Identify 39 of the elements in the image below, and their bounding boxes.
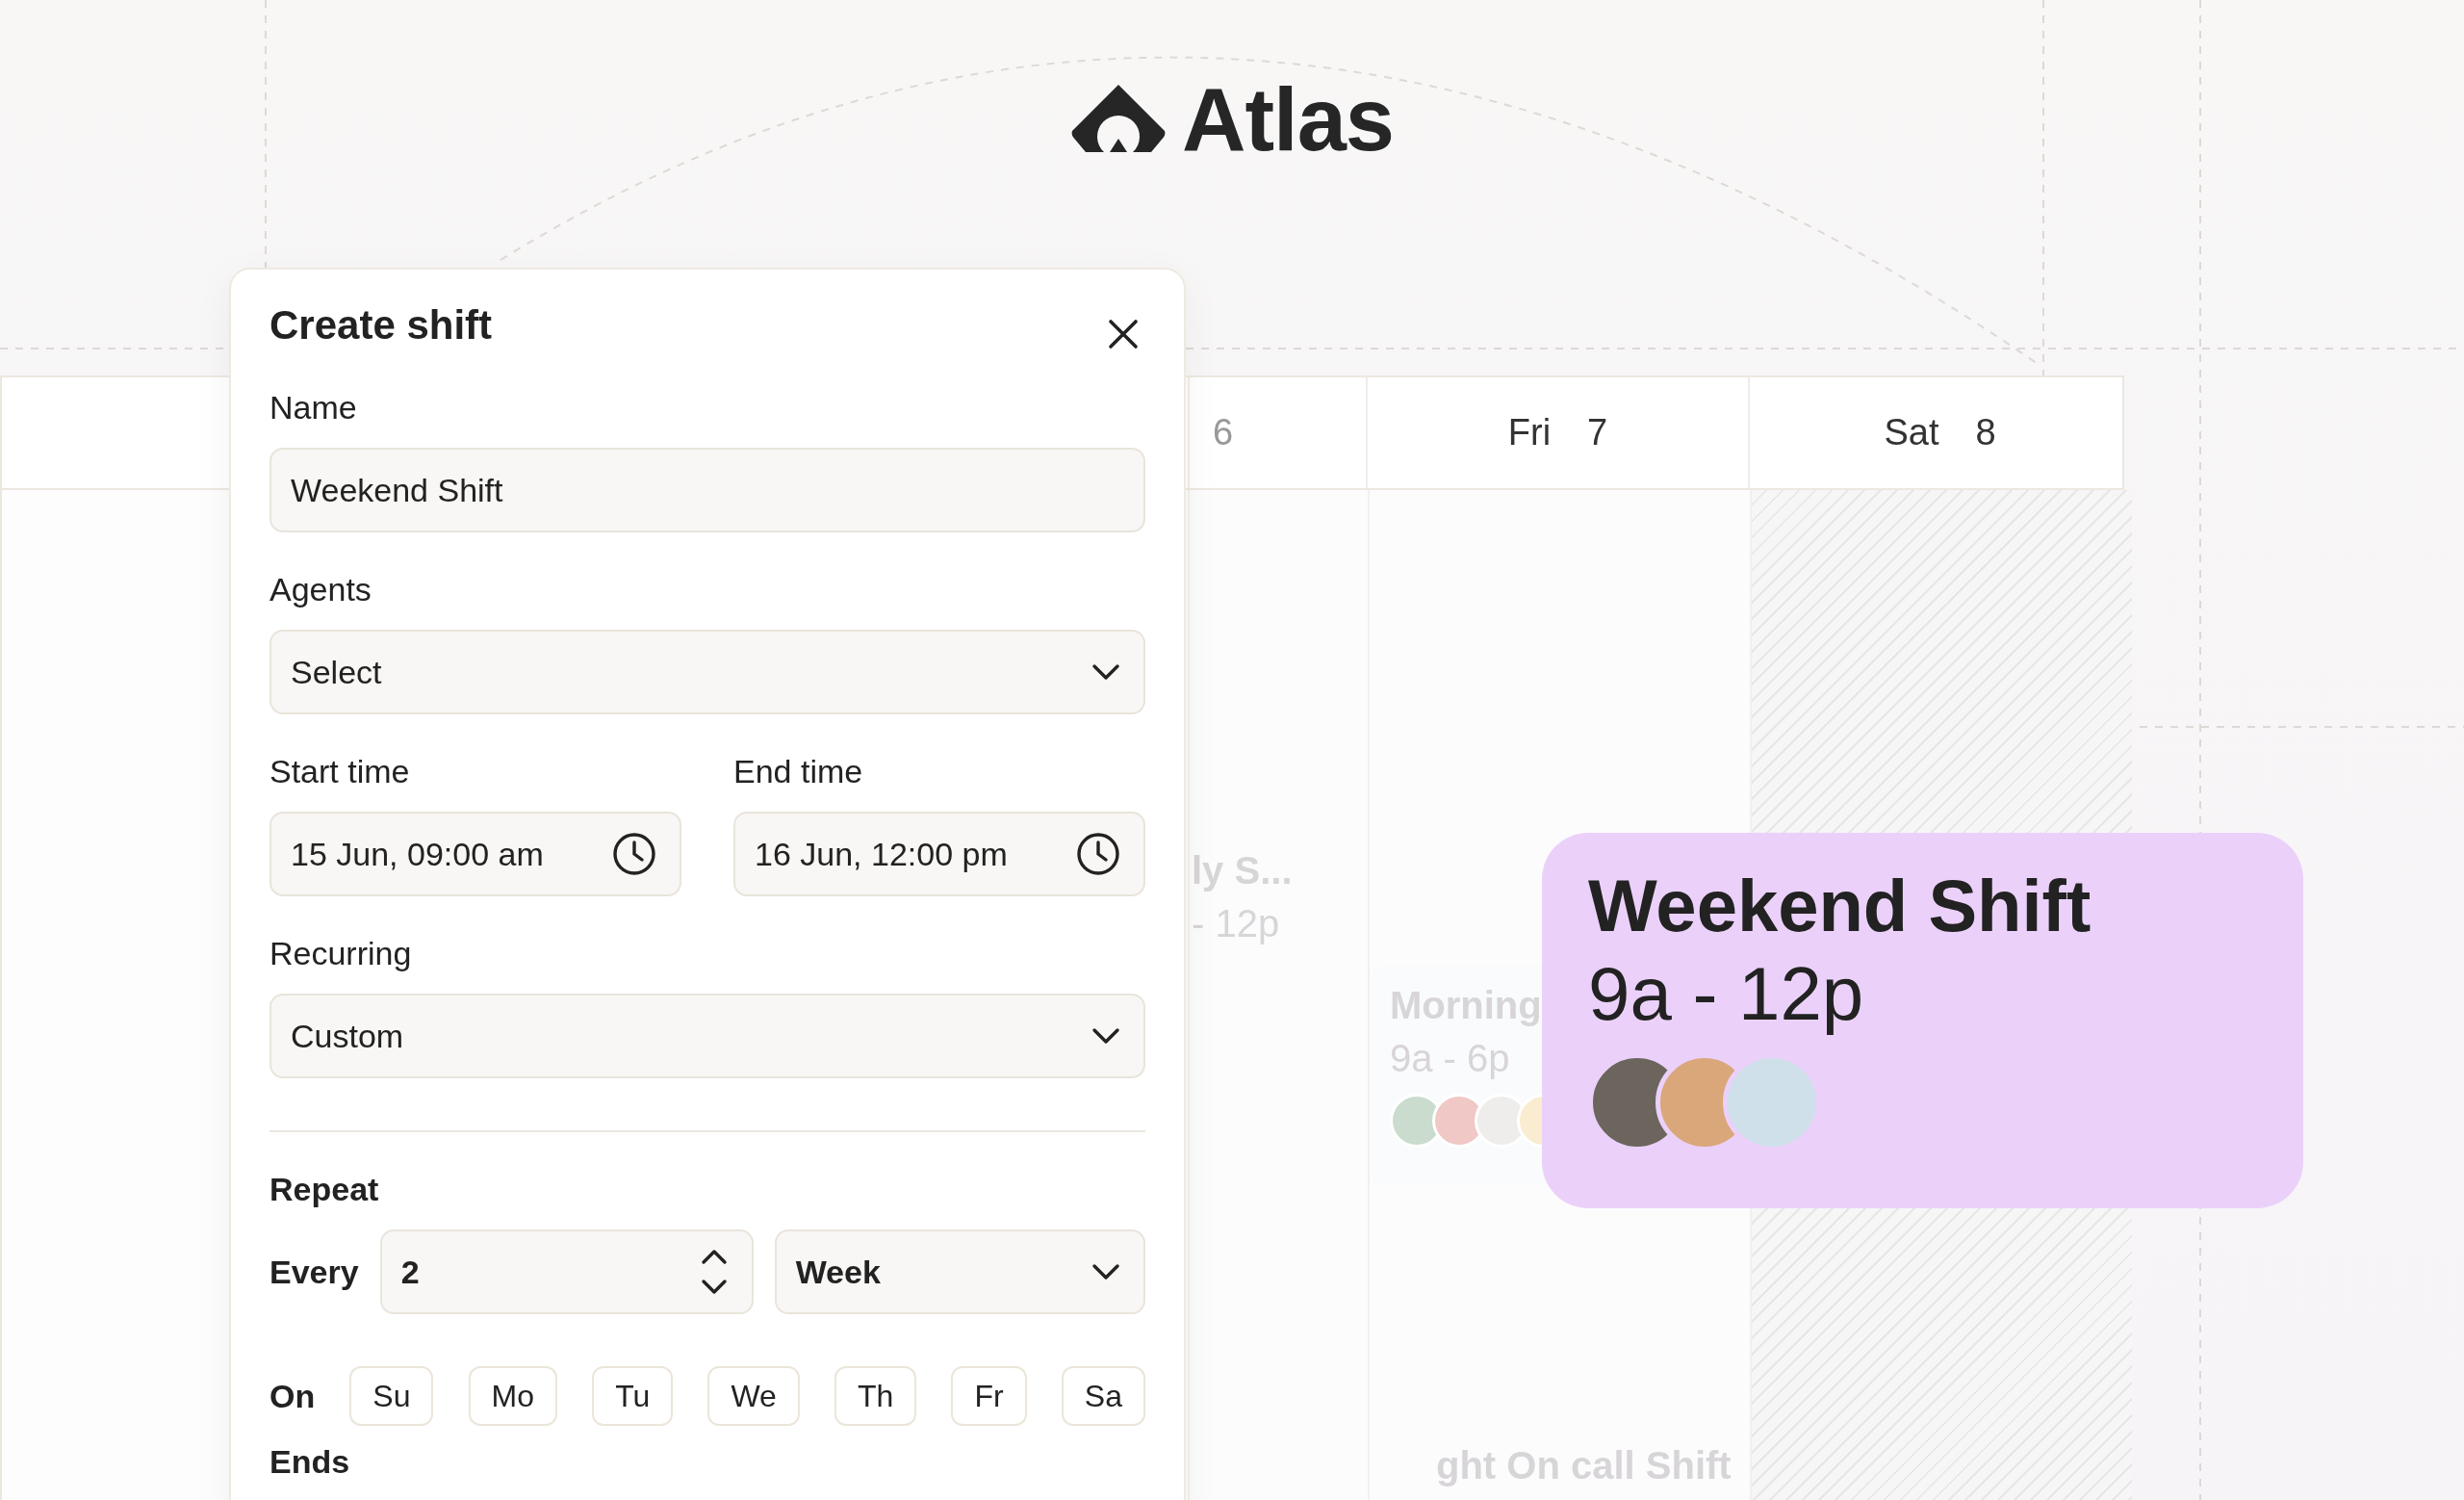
stepper-arrows-icon <box>699 1248 729 1296</box>
field-label: Name <box>270 389 358 427</box>
interval-stepper[interactable]: 2 <box>379 1229 754 1314</box>
close-icon[interactable] <box>1107 318 1140 350</box>
time-input[interactable]: 16 Jun, 12:00 pm <box>733 812 1145 896</box>
day-number: 7 <box>1587 412 1608 453</box>
clock-icon <box>1076 832 1120 876</box>
weekday-toggle[interactable]: Su <box>349 1366 434 1426</box>
field-label: Recurring <box>270 935 413 972</box>
weekday-toggle[interactable]: We <box>707 1366 800 1426</box>
unit-select[interactable]: Week <box>774 1229 1145 1314</box>
day-number: 8 <box>1975 412 1996 453</box>
weekday-toggle[interactable]: Sa <box>1061 1366 1145 1426</box>
every-label: Every <box>270 1253 359 1291</box>
field-label: End time <box>733 753 864 790</box>
chevron-down-icon <box>1091 1263 1120 1280</box>
recurring-select[interactable]: Custom <box>270 994 1145 1078</box>
day-number: 6 <box>1213 412 1234 453</box>
name-input[interactable]: Weekend Shift <box>270 448 1145 532</box>
dialog-title: Create shift <box>270 301 493 349</box>
logo-text: Atlas <box>1182 75 1394 164</box>
weekday-toggle[interactable]: Tu <box>592 1366 674 1426</box>
section-label: Ends <box>270 1443 351 1481</box>
shift-time: 9a - 12p <box>1588 950 1865 1039</box>
field-label: Agents <box>270 571 372 608</box>
day-name: Sat <box>1884 412 1939 453</box>
weekday-toggle[interactable]: Mo <box>468 1366 558 1426</box>
time-input[interactable]: 15 Jun, 09:00 am <box>270 812 681 896</box>
agents-select[interactable]: Select <box>270 630 1145 714</box>
chevron-down-icon <box>1091 663 1120 681</box>
weekday-toggle[interactable]: Fr <box>951 1366 1027 1426</box>
day-name: Fri <box>1507 412 1552 453</box>
chevron-down-icon <box>1091 1027 1120 1045</box>
weekday-toggle[interactable]: Th <box>834 1366 917 1426</box>
on-label: On <box>270 1377 316 1415</box>
clock-icon <box>612 832 656 876</box>
field-label: Start time <box>270 753 411 790</box>
shift-title: Weekend Shift <box>1588 864 2092 948</box>
section-label: Repeat <box>270 1171 380 1208</box>
